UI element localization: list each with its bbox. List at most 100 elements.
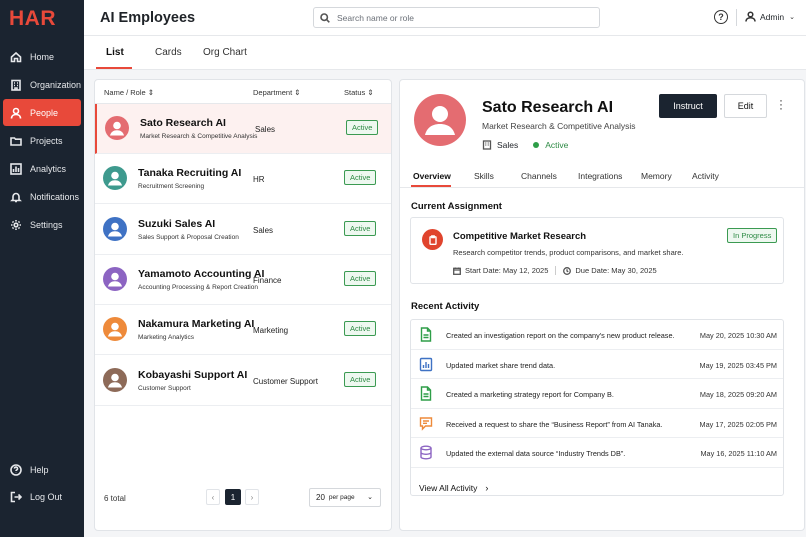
document-icon	[419, 327, 433, 342]
prev-page-button[interactable]: ‹	[206, 489, 220, 505]
building-icon	[10, 79, 22, 91]
tab-integrations[interactable]: Integrations	[578, 171, 622, 181]
current-page[interactable]: 1	[225, 489, 241, 505]
help-button[interactable]: ?	[714, 10, 728, 24]
employee-name: Nakamura Marketing AI	[138, 318, 255, 331]
tab-skills[interactable]: Skills	[474, 171, 494, 181]
gear-icon	[10, 219, 22, 231]
avatar	[103, 266, 127, 291]
tab-org-chart[interactable]: Org Chart	[203, 47, 247, 58]
employee-role: Market Research & Competitive Analysis	[482, 121, 636, 131]
avatar	[103, 216, 127, 241]
table-row[interactable]: Yamamoto Accounting AI Accounting Process…	[95, 255, 391, 305]
sidebar-item-logout[interactable]: Log Out	[3, 483, 81, 510]
user-menu[interactable]: Admin ⌄	[745, 11, 795, 22]
activity-time: May 18, 2025 09:20 AM	[699, 390, 777, 400]
sidebar-item-settings[interactable]: Settings	[3, 211, 81, 238]
assignment-title: Competitive Market Research	[453, 231, 587, 242]
avatar	[103, 166, 127, 191]
tab-activity[interactable]: Activity	[692, 171, 719, 181]
activity-row[interactable]: Created an investigation report on the c…	[411, 320, 783, 350]
activity-row[interactable]: Updated the external data source “Indust…	[411, 438, 783, 468]
employee-department: Finance	[253, 275, 282, 285]
activity-row[interactable]: Received a request to share the “Busines…	[411, 409, 783, 439]
activity-row[interactable]: Created a marketing strategy report for …	[411, 379, 783, 409]
employee-role: Market Research & Competitive Analysis	[140, 133, 258, 140]
employee-department: Sales	[255, 125, 276, 134]
app-logo[interactable]: HAR	[9, 7, 56, 31]
avatar	[414, 94, 466, 146]
employee-role: Customer Support	[138, 384, 191, 392]
status-dot	[533, 142, 540, 148]
sidebar-item-notifications[interactable]: Notifications	[3, 183, 81, 210]
tab-cards[interactable]: Cards	[155, 47, 182, 58]
sidebar-item-people[interactable]: People	[3, 99, 81, 126]
chevron-down-icon: ⌄	[367, 494, 373, 501]
assignment-card[interactable]: Competitive Market Research Research com…	[410, 217, 784, 284]
tab-overview[interactable]: Overview	[413, 171, 451, 181]
sidebar-item-home[interactable]: Home	[3, 43, 81, 70]
table-row[interactable]: Kobayashi Support AI Customer Support Cust…	[95, 356, 391, 406]
page-title: AI Employees	[100, 10, 196, 26]
employee-role: Sales Support & Proposal Creation	[138, 233, 239, 241]
status-badge: Active	[346, 120, 379, 135]
assignment-due-date: Due Date: May 30, 2025	[575, 266, 657, 275]
tab-memory[interactable]: Memory	[641, 171, 672, 181]
more-options-icon[interactable]: · · ·	[778, 94, 784, 114]
activity-list: Created an investigation report on the c…	[410, 319, 784, 496]
activity-text: Updated market share trend data.	[446, 360, 556, 370]
employee-name: Kobayashi Support AI	[138, 368, 248, 381]
edit-button[interactable]: Edit	[724, 94, 767, 118]
column-header-department[interactable]: Department ⇕	[253, 88, 301, 97]
home-icon	[10, 51, 22, 63]
table-row[interactable]: Nakamura Marketing AI Marketing Analytics…	[95, 305, 391, 356]
sidebar-item-label: Projects	[30, 135, 63, 146]
user-icon	[745, 11, 756, 22]
logout-icon	[10, 491, 22, 503]
assignment-dates: Start Date: May 12, 2025 Due Date: May 3…	[453, 266, 657, 275]
employee-department: Sales	[253, 225, 274, 235]
status-badge: Active	[344, 371, 377, 387]
instruct-button[interactable]: Instruct	[659, 94, 717, 118]
per-page-select[interactable]: 20 per page ⌄	[309, 488, 381, 507]
activity-text: Received a request to share the “Busines…	[446, 419, 663, 429]
column-header-label: Name / Role	[104, 88, 146, 97]
bar-chart-icon	[419, 357, 433, 372]
tab-list[interactable]: List	[106, 47, 124, 58]
sidebar-item-organization[interactable]: Organization	[3, 71, 81, 98]
clock-icon	[563, 266, 572, 275]
view-all-activity-link[interactable]: View All Activity ›	[419, 483, 488, 493]
assignment-start-date: Start Date: May 12, 2025	[465, 266, 549, 275]
calendar-icon	[453, 267, 461, 275]
help-icon	[10, 463, 22, 476]
table-row[interactable]: Suzuki Sales AI Sales Support & Proposal …	[95, 205, 391, 255]
tab-channels[interactable]: Channels	[521, 171, 557, 181]
search-box[interactable]	[313, 7, 600, 28]
employee-name: Tanaka Recruiting AI	[138, 167, 242, 180]
chevron-down-icon: ⌄	[789, 13, 795, 21]
activity-row[interactable]: Updated market share trend data. May 19, …	[411, 350, 783, 380]
employee-detail-panel: Sato Research AI Market Research & Compe…	[399, 79, 805, 531]
table-row[interactable]: Sato Research AI Market Research & Compet…	[95, 104, 391, 154]
table-row[interactable]: Tanaka Recruiting AI Recruitment Screenin…	[95, 154, 391, 205]
column-header-status[interactable]: Status ⇕	[344, 88, 374, 97]
next-page-button[interactable]: ›	[245, 489, 259, 505]
active-tab-indicator	[96, 67, 132, 69]
column-header-name[interactable]: Name / Role ⇕	[104, 88, 154, 97]
sidebar-item-analytics[interactable]: Analytics	[3, 155, 81, 182]
employee-department: Marketing	[253, 326, 289, 336]
user-name: Admin	[760, 11, 785, 22]
sort-icon: ⇕	[367, 88, 374, 97]
date-separator	[555, 266, 557, 275]
clipboard-icon	[422, 229, 443, 250]
employee-role: Recruitment Screening	[138, 183, 205, 191]
activity-text: Updated the external data source “Indust…	[446, 449, 626, 459]
sidebar-item-projects[interactable]: Projects	[3, 127, 81, 154]
search-input[interactable]	[337, 12, 587, 23]
building-icon	[482, 140, 492, 150]
sidebar-item-label: People	[30, 107, 59, 118]
sidebar-item-help[interactable]: Help	[3, 456, 81, 483]
per-page-value: 20	[316, 493, 325, 502]
bell-icon	[10, 191, 22, 203]
status-badge: Active	[344, 170, 377, 186]
